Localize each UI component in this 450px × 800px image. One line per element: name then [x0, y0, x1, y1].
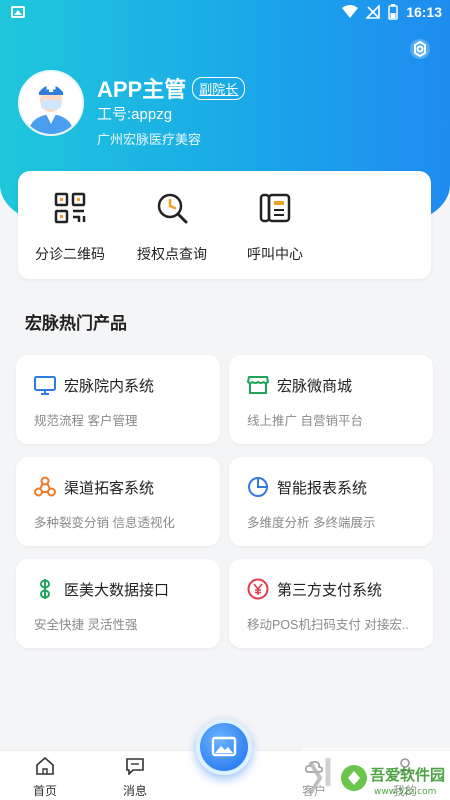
product-card-hospital-system[interactable]: 宏脉院内系统 规范流程 客户管理 — [16, 355, 220, 444]
product-card-payment-system[interactable]: 第三方支付系统 移动POS机扫码支付 对接宏.. — [229, 559, 433, 648]
message-icon — [126, 758, 144, 776]
quick-action-call-center[interactable]: 呼叫中心 — [230, 191, 320, 264]
product-card-channel-system[interactable]: 渠道拓客系统 多种裂变分销 信息透视化 — [16, 457, 220, 546]
quick-actions-card: 分诊二维码 授权点查询 呼叫中心 — [18, 171, 431, 279]
watermark-text: 吾爱软件园 — [370, 766, 445, 784]
company-name: 广州宏脉医疗美容 — [97, 132, 202, 147]
home-icon — [36, 756, 54, 775]
product-desc: 多维度分析 多终端展示 — [247, 516, 376, 530]
tab-messages[interactable]: 消息 — [105, 757, 165, 799]
center-action-button[interactable] — [196, 719, 252, 775]
tab-label: 消息 — [122, 784, 147, 798]
role-badge: 副院长 — [192, 76, 246, 100]
shop-icon — [247, 376, 269, 394]
job-number: 工号:appzg — [97, 106, 173, 123]
quick-action-label: 分诊二维码 — [35, 246, 105, 262]
tab-home[interactable]: 首页 — [15, 756, 75, 799]
quick-action-triage-qr[interactable]: 分诊二维码 — [25, 191, 115, 264]
status-bar: 16:13 — [0, 0, 450, 26]
product-desc: 线上推广 自营销平台 — [247, 414, 363, 428]
user-name: APP主管 — [97, 77, 187, 102]
network-icon — [34, 476, 56, 497]
product-name: 智能报表系统 — [277, 480, 368, 497]
watermark-logo: 吾爱软件园 www.52z.com — [302, 748, 450, 800]
product-card-bigdata-api[interactable]: 医美大数据接口 安全快捷 灵活性强 — [16, 559, 220, 648]
quick-action-auth-query[interactable]: 授权点查询 — [127, 191, 217, 264]
section-title: 宏脉热门产品 — [25, 314, 127, 333]
product-desc: 多种裂变分销 信息透视化 — [34, 516, 175, 530]
quick-action-label: 呼叫中心 — [247, 246, 303, 262]
product-card-micro-mall[interactable]: 宏脉微商城 线上推广 自营销平台 — [229, 355, 433, 444]
product-desc: 移动POS机扫码支付 对接宏.. — [247, 618, 409, 632]
monitor-icon — [34, 376, 56, 395]
product-name: 医美大数据接口 — [64, 582, 170, 599]
battery-icon — [388, 4, 398, 20]
tab-label: 首页 — [32, 784, 57, 798]
search-clock-icon — [157, 193, 188, 224]
settings-gear-icon[interactable] — [408, 37, 432, 61]
doctor-avatar-icon — [20, 72, 82, 134]
product-name: 渠道拓客系统 — [64, 480, 155, 497]
watermark-url: www.52z.com — [374, 787, 436, 797]
pie-chart-icon — [248, 477, 268, 497]
gallery-notification-icon — [11, 6, 25, 18]
quick-action-label: 授权点查询 — [137, 246, 207, 262]
phone-book-icon — [259, 193, 291, 223]
product-name: 宏脉院内系统 — [64, 378, 155, 395]
status-time: 16:13 — [406, 4, 442, 20]
product-name: 第三方支付系统 — [277, 582, 383, 599]
product-card-report-system[interactable]: 智能报表系统 多维度分析 多终端展示 — [229, 457, 433, 546]
product-desc: 规范流程 客户管理 — [34, 414, 138, 428]
wifi-icon — [342, 5, 359, 18]
product-desc: 安全快捷 灵活性强 — [34, 618, 138, 632]
yen-icon — [247, 578, 269, 600]
data-link-icon — [40, 579, 50, 599]
image-icon — [211, 736, 237, 757]
qr-code-icon — [54, 192, 86, 224]
no-signal-icon — [366, 5, 380, 19]
avatar[interactable] — [18, 70, 84, 136]
product-name: 宏脉微商城 — [277, 378, 353, 395]
